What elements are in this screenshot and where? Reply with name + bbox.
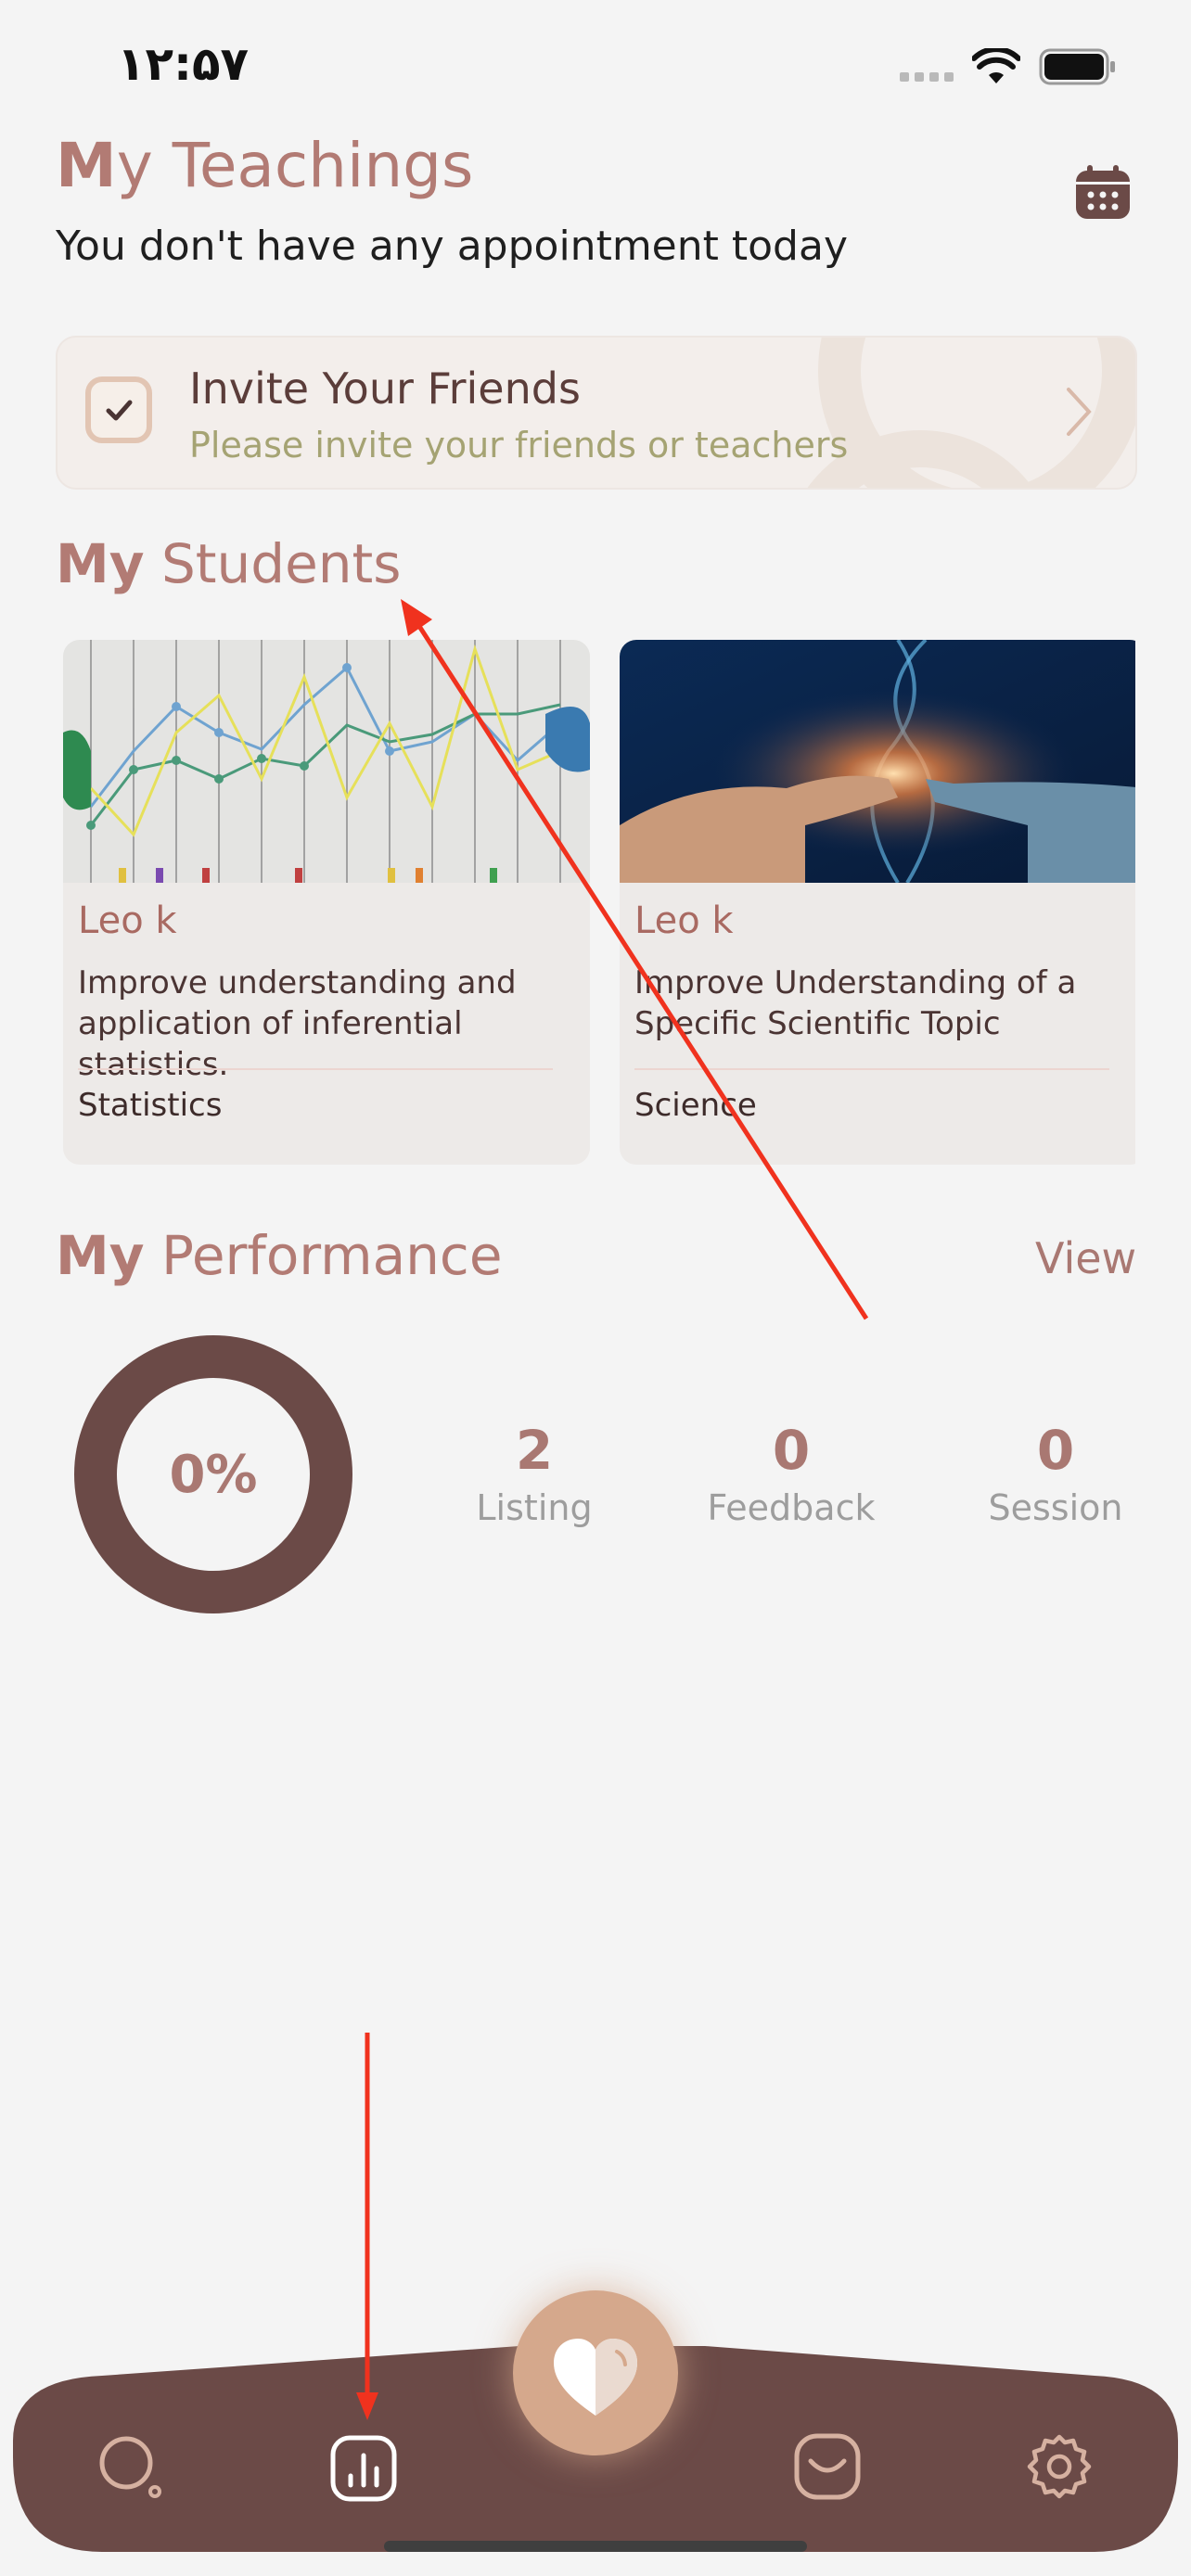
divider	[634, 1068, 1109, 1070]
divider	[78, 1068, 553, 1070]
student-subject: Statistics	[78, 1087, 223, 1124]
stat-value: 2	[515, 1419, 554, 1482]
statistics-chart-photo	[63, 640, 590, 883]
page-title: My Teachings	[56, 130, 474, 201]
chevron-right-icon	[1067, 388, 1092, 436]
heart-icon	[554, 2339, 637, 2416]
stat-feedback: 0 Feedback	[680, 1419, 903, 1528]
stat-session: 0 Session	[944, 1419, 1167, 1528]
favorites-button[interactable]	[513, 2290, 678, 2455]
student-name: Leo k	[634, 899, 734, 942]
search-icon[interactable]	[96, 2433, 163, 2500]
student-subject: Science	[634, 1087, 757, 1124]
status-time: ۱۲:۵۷	[117, 37, 250, 91]
calendar-icon[interactable]	[1074, 163, 1132, 221]
appointment-status: You don't have any appointment today	[56, 223, 848, 270]
stat-listing: 2 Listing	[423, 1419, 646, 1528]
student-goal: Improve understanding and application of…	[78, 964, 517, 1083]
students-carousel[interactable]: Leo k Improve understanding and applicat…	[56, 640, 1135, 1168]
gear-icon[interactable]	[1026, 2433, 1093, 2500]
student-name: Leo k	[78, 899, 177, 942]
invite-title: Invite Your Friends	[189, 363, 581, 414]
checkbox-icon	[85, 376, 152, 443]
stat-value: 0	[772, 1419, 811, 1482]
home-indicator	[384, 2541, 807, 2552]
invite-subtitle: Please invite your friends or teachers	[189, 425, 849, 465]
wifi-icon	[972, 48, 1020, 83]
performance-section-title: My Performance	[56, 1224, 503, 1287]
stat-label: Listing	[476, 1487, 593, 1528]
stat-value: 0	[1036, 1419, 1075, 1482]
battery-icon	[1039, 48, 1115, 85]
stat-label: Session	[988, 1487, 1123, 1528]
view-performance-link[interactable]: View	[1035, 1233, 1136, 1283]
science-dna-hand-photo	[620, 640, 1135, 883]
invite-friends-card[interactable]: Invite Your Friends Please invite your f…	[56, 336, 1137, 490]
performance-percent: 0%	[169, 1445, 258, 1505]
student-goal: Improve Understanding of a Specific Scie…	[634, 964, 1077, 1042]
student-card[interactable]: Leo k Improve Understanding of a Specifi…	[620, 640, 1135, 1165]
inbox-icon[interactable]	[794, 2433, 861, 2500]
stats-icon[interactable]	[330, 2435, 397, 2502]
signal-icon	[900, 72, 957, 82]
students-section-title: My Students	[56, 532, 402, 595]
student-card[interactable]: Leo k Improve understanding and applicat…	[63, 640, 590, 1165]
stat-label: Feedback	[707, 1487, 876, 1528]
